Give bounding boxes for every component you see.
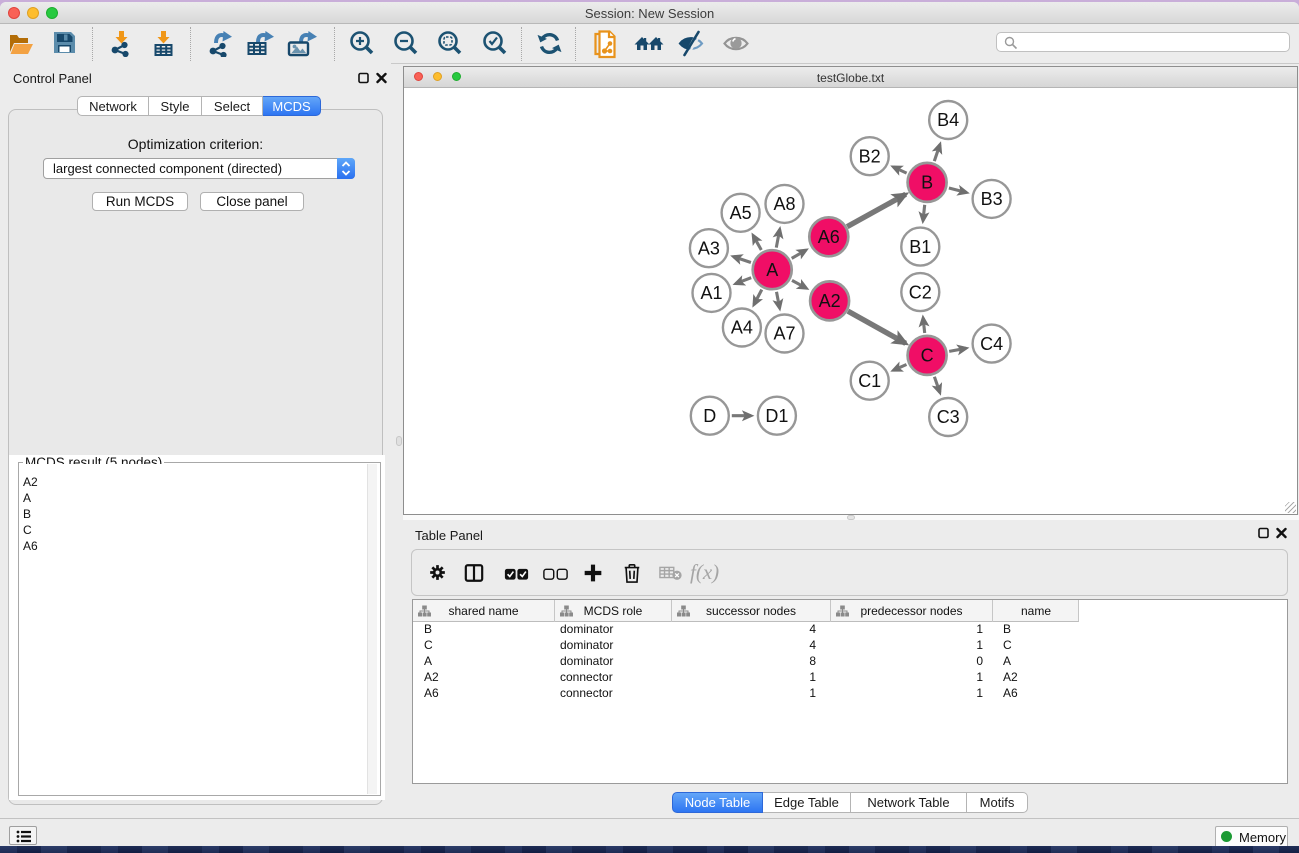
svg-text:A2: A2: [819, 291, 841, 311]
svg-text:A7: A7: [773, 324, 795, 344]
svg-text:B3: B3: [981, 189, 1003, 209]
svg-text:A4: A4: [731, 318, 753, 338]
svg-text:A6: A6: [818, 227, 840, 247]
svg-text:C3: C3: [937, 407, 960, 427]
svg-text:C2: C2: [909, 282, 932, 302]
svg-text:C4: C4: [980, 334, 1003, 354]
svg-text:B2: B2: [859, 146, 881, 166]
svg-text:D: D: [703, 406, 716, 426]
svg-text:B: B: [921, 173, 933, 193]
svg-text:C1: C1: [858, 371, 881, 391]
svg-text:C: C: [921, 346, 934, 366]
svg-text:A3: A3: [698, 238, 720, 258]
svg-text:D1: D1: [765, 406, 788, 426]
svg-text:A: A: [766, 260, 778, 280]
svg-text:A5: A5: [730, 203, 752, 223]
svg-text:A8: A8: [773, 194, 795, 214]
svg-text:B1: B1: [909, 237, 931, 257]
svg-text:B4: B4: [937, 110, 959, 130]
svg-text:A1: A1: [700, 283, 722, 303]
